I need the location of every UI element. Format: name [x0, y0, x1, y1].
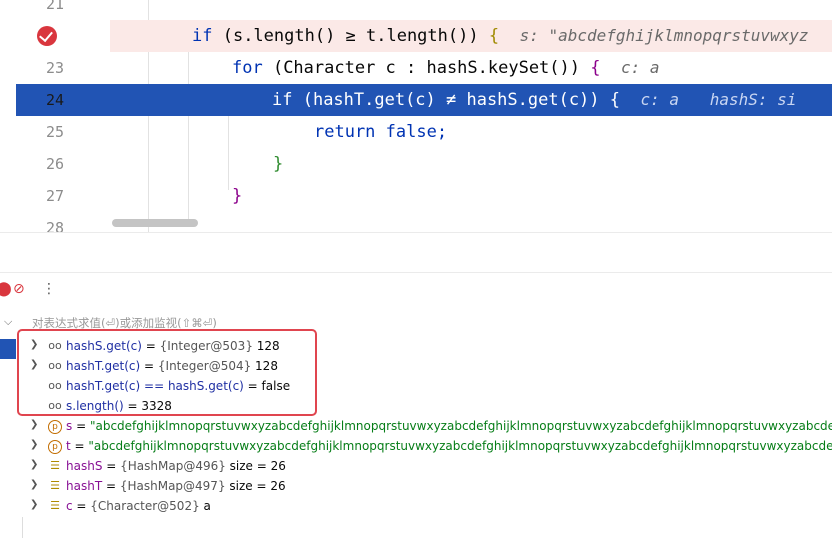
code-editor[interactable]: 21 23 24 25 26 27 28 if (s.length() ≥ t.…: [0, 0, 832, 232]
expand-arrow-icon[interactable]: ❯: [30, 439, 38, 450]
debug-toolbar: ⬤ ⊘ ⋮: [0, 272, 832, 308]
expand-arrow-icon[interactable]: ❯: [30, 479, 38, 490]
keyword-if: if: [272, 90, 293, 110]
var-name: hashS: [66, 459, 103, 473]
equals: =: [102, 459, 121, 473]
variable-row[interactable]: ❯ p t = "abcdefghijklmnopqrstuvwxyzabcde…: [0, 437, 832, 457]
keyword-if: if: [192, 26, 213, 46]
var-type: {HashMap@497}: [119, 479, 226, 493]
more-options-icon[interactable]: ⋮: [42, 281, 56, 297]
code-text: (Character c : hashS.keySet()): [262, 58, 591, 78]
var-value: a: [199, 499, 211, 513]
keyword-return: return: [314, 122, 376, 142]
code-line-26[interactable]: }: [110, 148, 832, 180]
parameter-icon: p: [48, 440, 62, 454]
code-area[interactable]: if (s.length() ≥ t.length()) { s: "abcde…: [110, 0, 832, 232]
brace: {: [590, 58, 601, 78]
var-type: {HashMap@496}: [120, 459, 226, 473]
code-line-25[interactable]: return false;: [110, 116, 832, 148]
inline-value-hint: s: "abcdefghijklmnopqrstuvwxyz: [519, 26, 809, 45]
expand-arrow-icon[interactable]: ❯: [30, 419, 38, 430]
chevron-down-icon[interactable]: ⌵: [4, 315, 12, 329]
horizontal-scrollbar[interactable]: [112, 219, 198, 227]
inline-value-hint: c: a: [620, 58, 660, 77]
line-number: 25: [45, 123, 64, 141]
var-value: size = 26: [225, 479, 286, 493]
annotation-highlight-box: [17, 329, 317, 416]
code-text: false;: [375, 122, 448, 142]
equals: =: [72, 419, 90, 433]
line-number: 28: [45, 219, 64, 232]
equals: =: [70, 439, 89, 453]
line-number: 23: [45, 59, 64, 77]
inline-value-hint: hashS: si: [709, 90, 797, 109]
breakpoint-icon[interactable]: [37, 26, 57, 46]
variable-row[interactable]: ❯ ☰ hashT = {HashMap@497} size = 26: [0, 477, 832, 497]
var-value: size = 26: [225, 459, 286, 473]
tree-guide: [22, 517, 23, 538]
keyword-for: for: [232, 58, 263, 78]
line-number: 26: [45, 155, 64, 173]
field-icon: ☰: [50, 459, 60, 472]
var-name: c: [66, 499, 73, 513]
field-icon: ☰: [50, 499, 60, 512]
brace: }: [273, 154, 284, 174]
breakpoint-icon[interactable]: ⬤: [0, 281, 12, 297]
line-number: 24: [45, 91, 64, 109]
equals: =: [72, 499, 91, 513]
parameter-icon: p: [48, 420, 62, 434]
variable-row[interactable]: ❯ p s = "abcdefghijklmnopqrstuvwxyzabcde…: [0, 417, 832, 437]
var-name: hashT: [66, 479, 103, 493]
code-text: (hashT.get(c) ≠ hashS.get(c)) {: [292, 90, 620, 110]
panel-divider[interactable]: [0, 232, 832, 273]
field-icon: ☰: [50, 479, 60, 492]
line-number-gutter[interactable]: 21 23 24 25 26 27 28: [0, 0, 110, 232]
code-line-23[interactable]: for (Character c : hashS.keySet()) { c: …: [110, 52, 832, 84]
var-type: {Character@502}: [90, 499, 200, 513]
mute-breakpoints-icon[interactable]: ⊘: [13, 281, 25, 297]
line-number: 21: [45, 0, 64, 13]
code-line-24-execution-point[interactable]: if (hashT.get(c) ≠ hashS.get(c)) { c: a …: [110, 84, 832, 116]
code-line-22[interactable]: if (s.length() ≥ t.length()) { s: "abcde…: [110, 20, 832, 52]
brace: }: [232, 186, 243, 206]
brace: {: [488, 26, 500, 46]
variable-row[interactable]: ❯ ☰ c = {Character@502} a: [0, 497, 832, 517]
var-value: "abcdefghijklmnopqrstuvwxyzabcdefghijklm…: [89, 419, 832, 433]
code-text: (s.length() ≥ t.length()): [212, 26, 489, 46]
var-value: "abcdefghijklmnopqrstuvwxyzabcdefghijklm…: [88, 439, 832, 453]
variable-row[interactable]: ❯ ☰ hashS = {HashMap@496} size = 26: [0, 457, 832, 477]
inline-value-hint: c: a: [640, 90, 680, 109]
line-number: 27: [45, 187, 64, 205]
equals: =: [102, 479, 120, 493]
expand-arrow-icon[interactable]: ❯: [30, 499, 38, 510]
expand-arrow-icon[interactable]: ❯: [30, 459, 38, 470]
code-line-27[interactable]: }: [110, 180, 832, 212]
